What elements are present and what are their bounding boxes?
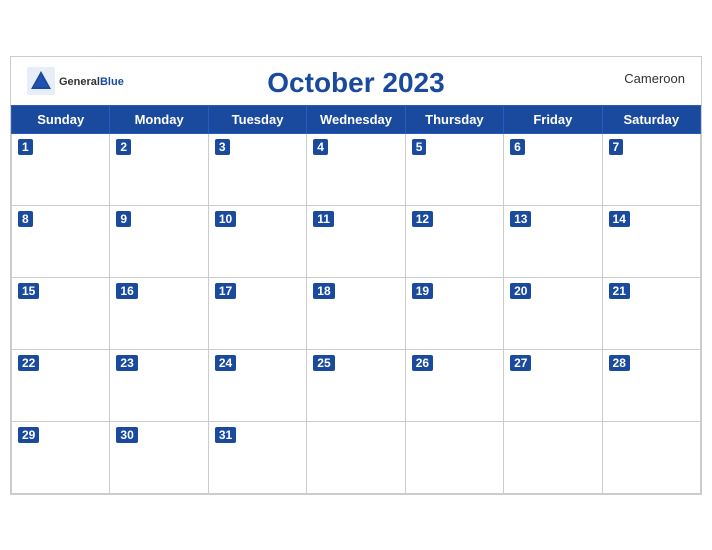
- calendar-cell: 31: [208, 421, 306, 493]
- week-row-1: 1 2 3 4 5 6 7: [12, 133, 701, 205]
- day-number-22: 22: [18, 355, 39, 371]
- calendar-cell: 23: [110, 349, 208, 421]
- calendar-cell: 30: [110, 421, 208, 493]
- day-number-21: 21: [609, 283, 630, 299]
- day-number-11: 11: [313, 211, 334, 227]
- day-number-19: 19: [412, 283, 433, 299]
- day-number-28: 28: [609, 355, 630, 371]
- calendar-cell: 24: [208, 349, 306, 421]
- calendar-cell: [504, 421, 602, 493]
- calendar-header: GeneralBlue October 2023 Cameroon: [11, 57, 701, 105]
- calendar-cell: 25: [307, 349, 405, 421]
- day-number-24: 24: [215, 355, 236, 371]
- header-friday: Friday: [504, 105, 602, 133]
- header-sunday: Sunday: [12, 105, 110, 133]
- header-wednesday: Wednesday: [307, 105, 405, 133]
- calendar-cell: 16: [110, 277, 208, 349]
- week-row-5: 29 30 31: [12, 421, 701, 493]
- calendar-cell: 18: [307, 277, 405, 349]
- day-number-27: 27: [510, 355, 531, 371]
- calendar-cell: 20: [504, 277, 602, 349]
- calendar-cell: 14: [602, 205, 700, 277]
- day-number-20: 20: [510, 283, 531, 299]
- day-number-10: 10: [215, 211, 236, 227]
- calendar-cell: 1: [12, 133, 110, 205]
- calendar-cell: 17: [208, 277, 306, 349]
- calendar-cell: 26: [405, 349, 503, 421]
- day-number-26: 26: [412, 355, 433, 371]
- day-number-14: 14: [609, 211, 630, 227]
- calendar-cell: 22: [12, 349, 110, 421]
- calendar-cell: [405, 421, 503, 493]
- header-saturday: Saturday: [602, 105, 700, 133]
- calendar-cell: 8: [12, 205, 110, 277]
- calendar-cell: 6: [504, 133, 602, 205]
- header-thursday: Thursday: [405, 105, 503, 133]
- day-number-12: 12: [412, 211, 433, 227]
- calendar-cell: 28: [602, 349, 700, 421]
- day-number-25: 25: [313, 355, 334, 371]
- day-number-5: 5: [412, 139, 427, 155]
- calendar-container: GeneralBlue October 2023 Cameroon Sunday…: [10, 56, 702, 495]
- day-number-16: 16: [116, 283, 137, 299]
- calendar-cell: 11: [307, 205, 405, 277]
- day-number-17: 17: [215, 283, 236, 299]
- calendar-title: October 2023: [267, 67, 444, 99]
- calendar-cell: 27: [504, 349, 602, 421]
- calendar-cell: 15: [12, 277, 110, 349]
- calendar-cell: 19: [405, 277, 503, 349]
- calendar-cell: [602, 421, 700, 493]
- calendar-cell: 5: [405, 133, 503, 205]
- day-number-9: 9: [116, 211, 131, 227]
- week-row-2: 8 9 10 11 12 13 14: [12, 205, 701, 277]
- calendar-cell: 12: [405, 205, 503, 277]
- week-row-4: 22 23 24 25 26 27 28: [12, 349, 701, 421]
- country-label: Cameroon: [624, 71, 685, 86]
- day-number-18: 18: [313, 283, 334, 299]
- calendar-cell: 21: [602, 277, 700, 349]
- day-number-15: 15: [18, 283, 39, 299]
- calendar-grid: Sunday Monday Tuesday Wednesday Thursday…: [11, 105, 701, 494]
- logo-text: GeneralBlue: [59, 72, 124, 90]
- week-row-3: 15 16 17 18 19 20 21: [12, 277, 701, 349]
- day-number-4: 4: [313, 139, 328, 155]
- header-monday: Monday: [110, 105, 208, 133]
- day-number-31: 31: [215, 427, 236, 443]
- logo-blue-text: Blue: [100, 76, 124, 88]
- calendar-cell: 10: [208, 205, 306, 277]
- calendar-cell: 4: [307, 133, 405, 205]
- day-number-13: 13: [510, 211, 531, 227]
- day-number-6: 6: [510, 139, 525, 155]
- calendar-cell: [307, 421, 405, 493]
- calendar-cell: 3: [208, 133, 306, 205]
- calendar-cell: 13: [504, 205, 602, 277]
- general-blue-logo-icon: [27, 67, 55, 95]
- day-number-3: 3: [215, 139, 230, 155]
- day-number-29: 29: [18, 427, 39, 443]
- day-number-23: 23: [116, 355, 137, 371]
- calendar-cell: 2: [110, 133, 208, 205]
- day-number-8: 8: [18, 211, 33, 227]
- logo-area: GeneralBlue: [27, 67, 124, 95]
- calendar-cell: 7: [602, 133, 700, 205]
- calendar-cell: 29: [12, 421, 110, 493]
- calendar-cell: 9: [110, 205, 208, 277]
- logo-general-text: General: [59, 76, 100, 88]
- day-number-7: 7: [609, 139, 624, 155]
- day-number-30: 30: [116, 427, 137, 443]
- calendar-body: 1234567891011121314151617181920212223242…: [12, 133, 701, 493]
- header-tuesday: Tuesday: [208, 105, 306, 133]
- day-number-2: 2: [116, 139, 131, 155]
- day-number-1: 1: [18, 139, 33, 155]
- weekday-header-row: Sunday Monday Tuesday Wednesday Thursday…: [12, 105, 701, 133]
